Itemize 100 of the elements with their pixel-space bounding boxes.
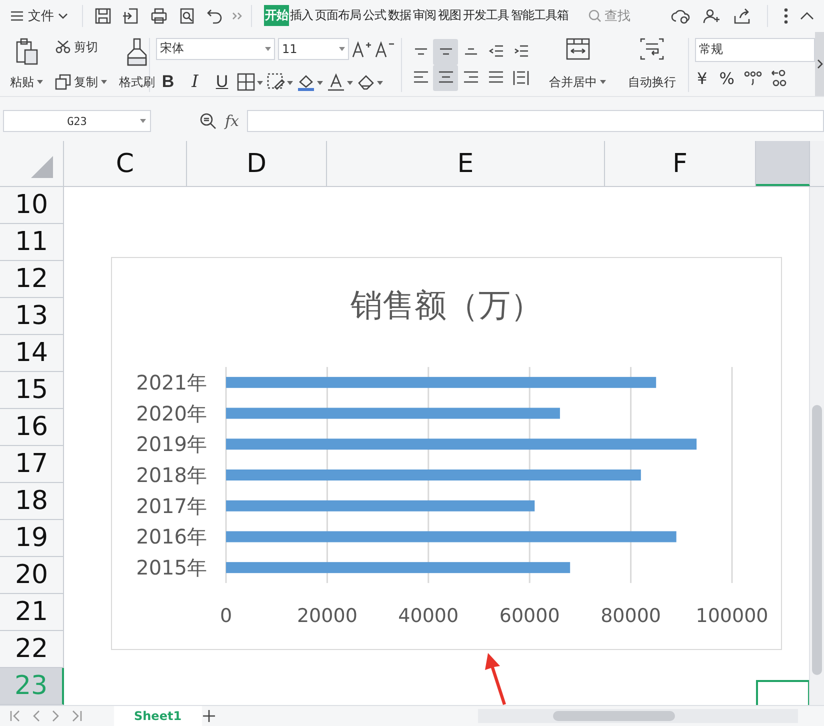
number-format-field[interactable]: 常规 <box>695 38 815 62</box>
cut-button[interactable]: 剪切 <box>53 38 100 57</box>
column-header[interactable]: D <box>187 141 327 186</box>
italic-button[interactable]: I <box>183 72 207 92</box>
bold-button[interactable]: B <box>156 72 180 92</box>
borders-icon[interactable] <box>237 72 264 91</box>
row-header[interactable]: 12 <box>0 261 64 298</box>
axis-tick-label: 40000 <box>398 605 459 627</box>
align-top-icon <box>414 48 428 56</box>
increase-font-icon[interactable] <box>352 40 372 58</box>
font-color-icon[interactable] <box>327 72 354 91</box>
horizontal-scrollbar[interactable] <box>478 709 798 723</box>
row-header[interactable]: 13 <box>0 298 64 335</box>
category-label: 2021年 <box>136 370 207 394</box>
more-tools-icon[interactable] <box>231 10 243 21</box>
search-icon <box>588 8 602 23</box>
paste-button[interactable]: 粘贴 <box>8 72 45 92</box>
more-icon[interactable] <box>784 8 788 24</box>
print-icon[interactable] <box>150 6 168 25</box>
undo-icon[interactable] <box>206 6 224 25</box>
eraser-icon[interactable] <box>357 72 384 91</box>
cloud-icon[interactable] <box>671 8 691 24</box>
row-header[interactable]: 15 <box>0 372 64 409</box>
function-button[interactable]: fx <box>225 112 240 130</box>
brush-icon[interactable] <box>126 38 148 66</box>
row-header[interactable]: 20 <box>0 557 64 594</box>
category-label: 2017年 <box>136 494 207 518</box>
distributed-icon <box>512 69 530 86</box>
scroll-right-icon[interactable] <box>816 58 822 69</box>
previous-sheet-icon[interactable] <box>32 710 40 722</box>
row-header[interactable]: 10 <box>0 187 64 224</box>
paste-icon[interactable] <box>14 38 38 66</box>
conditional-format-icon[interactable] <box>267 72 294 91</box>
ribbon-tab[interactable]: 页面布局 <box>314 5 362 26</box>
column-header[interactable]: E <box>327 141 605 186</box>
category-label: 2020年 <box>136 401 207 426</box>
next-sheet-icon[interactable] <box>52 710 60 722</box>
ribbon-tab[interactable]: 插入 <box>289 5 314 26</box>
category-label: 2015年 <box>136 556 207 580</box>
increase-decimal-icon[interactable] <box>770 69 788 88</box>
vertical-scrollbar[interactable] <box>809 187 824 705</box>
percent-button[interactable]: % <box>717 68 736 89</box>
category-label: 2018年 <box>136 463 207 487</box>
add-sheet-icon[interactable] <box>202 709 216 723</box>
wrap-text-icon[interactable] <box>640 38 664 60</box>
align-button[interactable] <box>433 64 458 91</box>
ribbon-tab[interactable]: 公式 <box>362 5 387 26</box>
ribbon-tab[interactable]: 视图 <box>437 5 462 26</box>
axis-tick-label: 100000 <box>696 605 768 627</box>
row-header[interactable]: 17 <box>0 446 64 483</box>
category-label: 2016年 <box>136 524 207 549</box>
ribbon-tab[interactable]: 开发工具 <box>462 5 510 26</box>
menu-icon <box>10 10 24 22</box>
caret-icon <box>265 46 271 51</box>
axis-tick-label: 0 <box>220 605 232 627</box>
first-sheet-icon[interactable] <box>10 710 20 722</box>
decrease-font-icon[interactable] <box>375 40 395 58</box>
merge-cells-icon[interactable] <box>566 38 590 60</box>
merge-center-button[interactable]: 合并居中 <box>547 72 608 92</box>
collapse-icon[interactable] <box>800 12 814 20</box>
add-user-icon[interactable] <box>703 8 721 24</box>
wrap-text-button[interactable]: 自动换行 <box>626 72 678 92</box>
ribbon-tab[interactable]: 智能工具箱 <box>510 5 570 26</box>
thousands-separator-icon[interactable] <box>744 70 762 86</box>
formula-input[interactable] <box>247 110 824 132</box>
copy-button[interactable]: 复制 <box>53 72 109 92</box>
row-header[interactable]: 19 <box>0 520 64 557</box>
zoom-icon[interactable] <box>199 112 217 130</box>
row-header[interactable]: 22 <box>0 631 64 668</box>
row-header[interactable]: 16 <box>0 409 64 446</box>
currency-button[interactable]: ¥ <box>695 68 710 89</box>
font-size-field[interactable]: 11 <box>278 38 349 60</box>
scrollbar-thumb[interactable] <box>812 405 822 675</box>
underline-button[interactable]: U <box>210 72 234 92</box>
align-button[interactable] <box>433 38 458 65</box>
font-name-field[interactable]: 宋体 <box>156 38 275 60</box>
row-header[interactable]: 21 <box>0 594 64 631</box>
scrollbar-thumb[interactable] <box>553 711 675 721</box>
format-painter-button[interactable]: 格式刷 <box>117 72 157 92</box>
last-sheet-icon[interactable] <box>72 710 82 722</box>
preview-icon[interactable] <box>178 6 196 25</box>
row-header[interactable]: 14 <box>0 335 64 372</box>
chart-title: 销售额（万） <box>350 286 542 324</box>
caret-icon <box>37 80 43 84</box>
ribbon-tab[interactable]: 审阅 <box>412 5 437 26</box>
name-box[interactable]: G23 <box>3 110 151 132</box>
chevron-down-icon <box>58 12 68 19</box>
fill-color-icon[interactable] <box>297 72 324 91</box>
ribbon-tab[interactable]: 数据 <box>387 5 412 26</box>
save-icon[interactable] <box>94 6 112 25</box>
row-header[interactable]: 18 <box>0 483 64 520</box>
axis-tick-label: 20000 <box>296 605 358 627</box>
copy-icon <box>55 74 71 90</box>
row-header[interactable]: 11 <box>0 224 64 261</box>
align-middle-icon <box>438 48 452 56</box>
axis-tick-label: 80000 <box>600 605 662 627</box>
share-icon[interactable] <box>733 8 751 24</box>
export-icon[interactable] <box>122 6 140 25</box>
column-header[interactable]: C <box>64 141 187 186</box>
file-menu[interactable]: 文件 <box>10 6 74 25</box>
